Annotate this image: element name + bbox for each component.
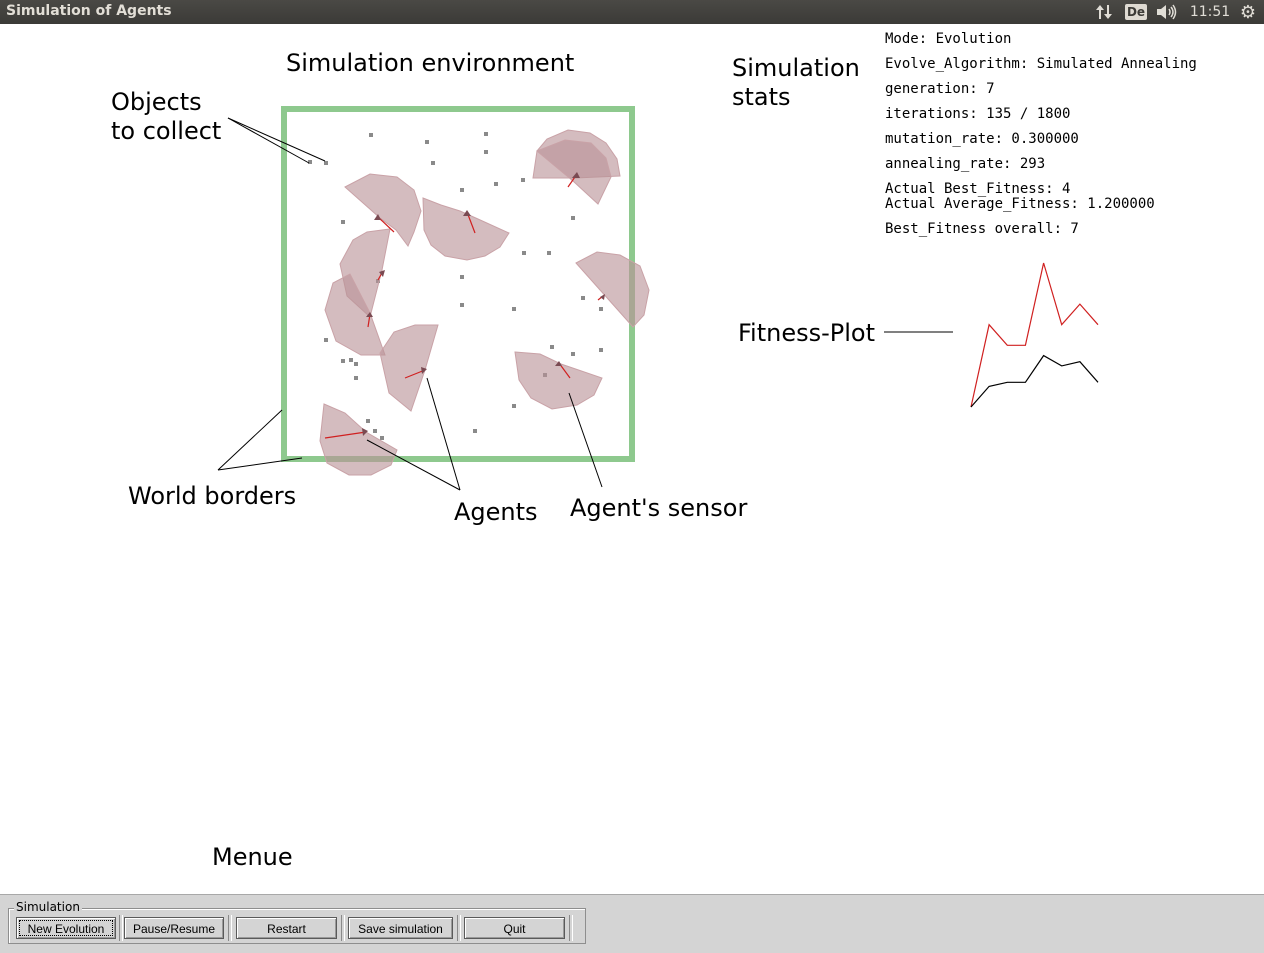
- new-evolution-button[interactable]: New Evolution: [16, 917, 116, 939]
- object-dot: [366, 419, 370, 423]
- separator: [228, 915, 232, 941]
- agent-sensor-cone: [319, 403, 398, 476]
- object-dot: [373, 429, 377, 433]
- network-icon[interactable]: [1092, 0, 1116, 24]
- stat-actual-best-fitness: Actual Best_Fitness: 4: [885, 181, 1071, 197]
- object-dot: [484, 150, 488, 154]
- settings-gear-icon[interactable]: ⚙: [1236, 0, 1260, 24]
- object-dot: [460, 275, 464, 279]
- object-dot: [571, 352, 575, 356]
- agent-sensor-cone: [575, 251, 650, 328]
- label-simulation-stats-line2: stats: [732, 83, 791, 111]
- clock[interactable]: 11:51: [1188, 0, 1232, 24]
- keyboard-layout-label: De: [1124, 4, 1148, 20]
- object-dot: [484, 132, 488, 136]
- fitness-plot: [970, 262, 1099, 408]
- simulation-group-label: Simulation: [14, 900, 82, 914]
- save-simulation-button[interactable]: Save simulation: [348, 917, 453, 939]
- object-dot: [354, 362, 358, 366]
- pause-resume-button[interactable]: Pause/Resume: [124, 917, 224, 939]
- object-dot: [571, 216, 575, 220]
- object-dot: [341, 220, 345, 224]
- object-dot: [369, 133, 373, 137]
- stat-annealing-rate: annealing_rate: 293: [885, 156, 1046, 172]
- stat-mutation-rate: mutation_rate: 0.300000: [885, 131, 1079, 147]
- object-dot: [349, 358, 353, 362]
- object-dot: [473, 429, 477, 433]
- label-agents: Agents: [454, 498, 538, 526]
- object-dot: [341, 359, 345, 363]
- object-dot: [521, 178, 525, 182]
- object-dot: [494, 182, 498, 186]
- callout-objects-2: [227, 117, 310, 164]
- label-world-borders: World borders: [128, 482, 297, 510]
- callout-objects-1: [227, 117, 326, 162]
- best-fitness-line: [970, 262, 1099, 408]
- agent-sensors: [319, 129, 650, 476]
- object-dot: [354, 376, 358, 380]
- callout-sensor: [568, 392, 603, 488]
- label-agent-sensor: Agent's sensor: [570, 494, 748, 522]
- object-dot: [431, 161, 435, 165]
- object-dot: [599, 348, 603, 352]
- separator: [569, 915, 573, 941]
- window-title: Simulation of Agents: [6, 3, 172, 19]
- stat-iterations: iterations: 135 / 1800: [885, 106, 1071, 122]
- callout-border-1: [217, 409, 283, 471]
- separator: [119, 915, 123, 941]
- restart-button[interactable]: Restart: [236, 917, 337, 939]
- quit-button[interactable]: Quit: [464, 917, 565, 939]
- object-dot: [547, 251, 551, 255]
- object-dot: [599, 307, 603, 311]
- agent-sensor-cone: [379, 324, 439, 412]
- object-dot: [512, 404, 516, 408]
- volume-icon[interactable]: [1154, 0, 1180, 24]
- label-menue: Menue: [212, 843, 293, 871]
- object-dot: [425, 140, 429, 144]
- keyboard-layout-indicator[interactable]: De: [1124, 0, 1148, 24]
- label-simulation-environment: Simulation environment: [286, 49, 575, 77]
- average-fitness-line: [970, 354, 1099, 408]
- callout-border-2: [217, 457, 303, 471]
- label-objects-line1: Objects: [111, 88, 202, 116]
- top-panel: Simulation of Agents De 11:51 ⚙: [0, 0, 1264, 24]
- object-dot: [324, 161, 328, 165]
- separator: [457, 915, 461, 941]
- stat-best-fitness-overall: Best_Fitness overall: 7: [885, 221, 1079, 237]
- object-dot: [522, 251, 526, 255]
- separator: [341, 915, 345, 941]
- object-dot: [308, 160, 312, 164]
- label-objects-line2: to collect: [111, 117, 222, 145]
- agent-sensor-cone: [422, 197, 510, 261]
- stat-generation: generation: 7: [885, 81, 995, 97]
- object-dot: [550, 345, 554, 349]
- object-dot: [460, 303, 464, 307]
- stat-mode: Mode: Evolution: [885, 31, 1012, 47]
- object-dot: [581, 296, 585, 300]
- agent-marker: [600, 294, 605, 300]
- label-fitness-plot: Fitness-Plot: [738, 319, 876, 347]
- menu-bar: Simulation New Evolution Pause/Resume Re…: [0, 894, 1264, 953]
- stat-algorithm: Evolve_Algorithm: Simulated Annealing: [885, 56, 1197, 72]
- simulation-canvas: [217, 106, 1099, 491]
- label-simulation-stats-line1: Simulation: [732, 54, 860, 82]
- agent-sensor-cone: [514, 351, 603, 410]
- callout-agent-2: [426, 377, 461, 491]
- object-dot: [324, 338, 328, 342]
- stat-actual-average-fitness: Actual Average_Fitness: 1.200000: [885, 196, 1155, 212]
- object-dot: [380, 436, 384, 440]
- object-dot: [460, 188, 464, 192]
- object-dot: [512, 307, 516, 311]
